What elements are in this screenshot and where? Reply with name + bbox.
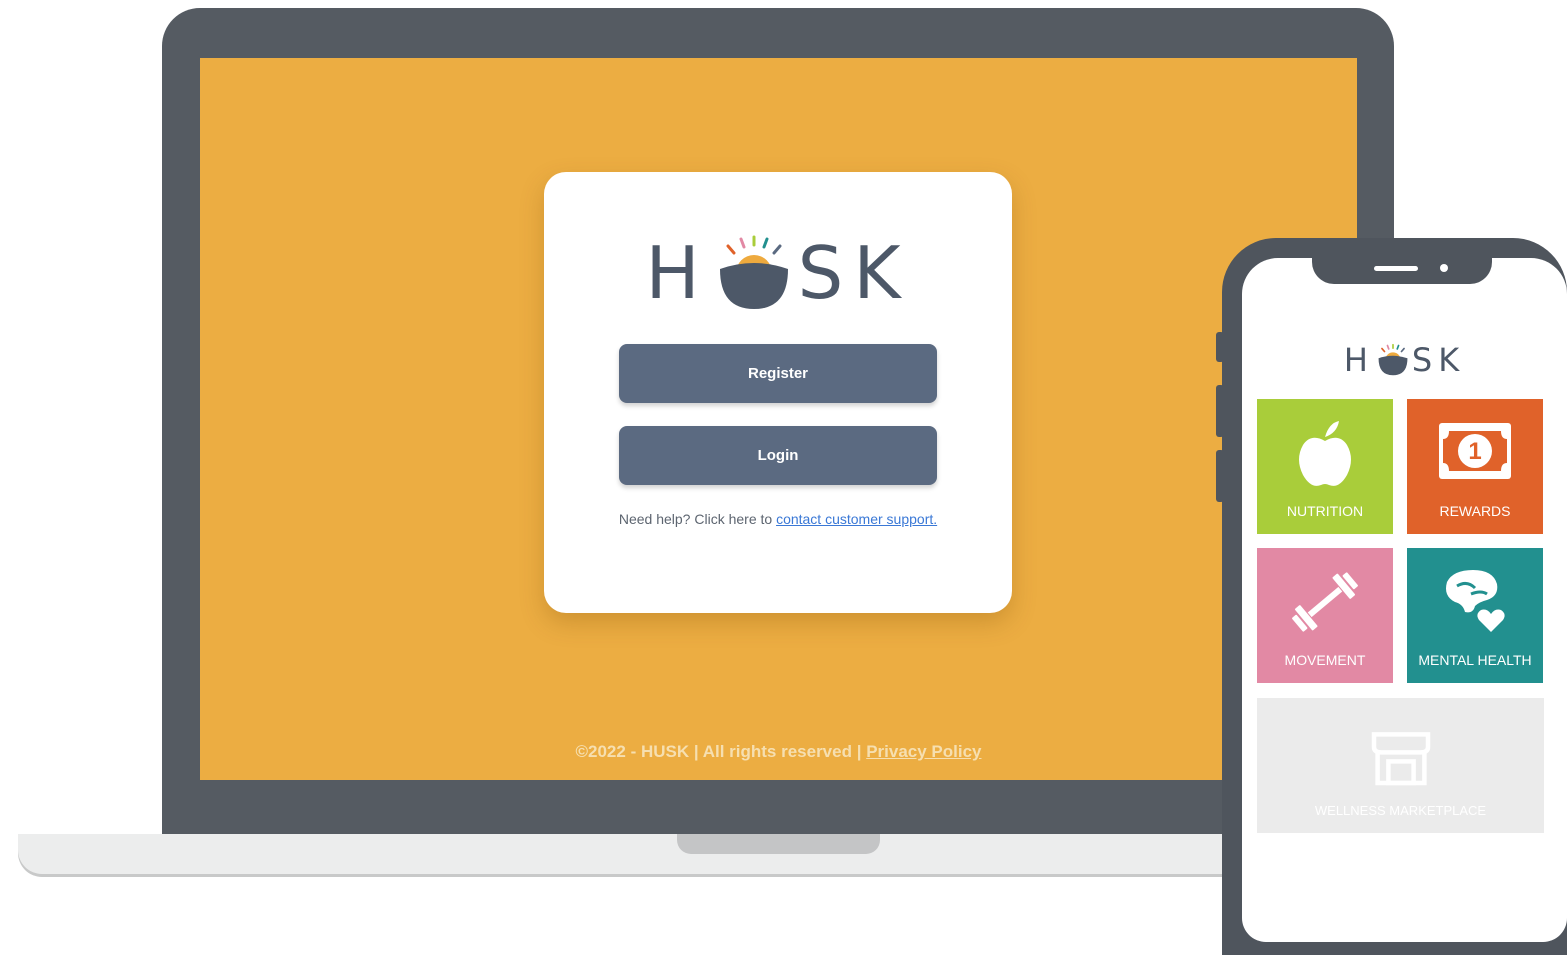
husk-logo: H SK	[544, 228, 1012, 318]
logo-letters-sk: SK	[797, 231, 911, 315]
login-button[interactable]: Login	[619, 426, 937, 485]
tile-label: REWARDS	[1439, 503, 1511, 519]
help-text-prefix: Need help? Click here to	[618, 511, 777, 527]
phone-frame: H SK NUTRITION 1 REWARDS MOVEMENT MENTAL…	[1222, 238, 1567, 955]
logo-bowl-sun-icon	[1378, 343, 1408, 376]
svg-text:1: 1	[1468, 438, 1481, 465]
camera-icon	[1440, 264, 1448, 272]
login-card: H SK Register Login Need help? Click her…	[544, 172, 1012, 613]
tile-label: WELLNESS MARKETPLACE	[1314, 803, 1487, 818]
register-button[interactable]: Register	[619, 344, 937, 403]
logo-letter-h: H	[1343, 341, 1374, 379]
storefront-icon	[1371, 732, 1430, 786]
banknote-icon: 1	[1439, 423, 1511, 479]
tile-rewards[interactable]: 1 REWARDS	[1407, 399, 1543, 534]
speaker-icon	[1374, 266, 1418, 271]
laptop-trackpad-notch	[677, 834, 880, 854]
tile-label: MOVEMENT	[1284, 652, 1366, 668]
copyright-text: ©2022 - HUSK | All rights reserved |	[575, 742, 867, 761]
brain-heart-icon	[1446, 570, 1505, 632]
logo-bowl-sun-icon	[719, 235, 788, 309]
laptop-screen: H SK Register Login Need help? Click her…	[200, 58, 1357, 780]
logo-letter-h: H	[645, 231, 710, 315]
tile-mental-health[interactable]: MENTAL HEALTH	[1407, 548, 1543, 683]
page-footer: ©2022 - HUSK | All rights reserved | Pri…	[200, 742, 1357, 762]
apple-icon	[1299, 421, 1351, 486]
dumbbell-icon	[1292, 572, 1358, 632]
tile-label: MENTAL HEALTH	[1418, 652, 1532, 668]
privacy-policy-link[interactable]: Privacy Policy	[866, 742, 981, 761]
tile-nutrition[interactable]: NUTRITION	[1257, 399, 1393, 534]
phone-husk-logo: H SK	[1242, 338, 1567, 382]
tile-movement[interactable]: MOVEMENT	[1257, 548, 1393, 683]
phone-notch	[1312, 258, 1492, 284]
help-text: Need help? Click here to contact custome…	[604, 508, 952, 530]
contact-support-link[interactable]: contact customer support.	[776, 511, 937, 527]
tile-wellness-marketplace[interactable]: WELLNESS MARKETPLACE	[1257, 698, 1544, 833]
logo-letters-sk: SK	[1411, 341, 1466, 379]
tile-label: NUTRITION	[1286, 503, 1364, 519]
phone-screen: H SK NUTRITION 1 REWARDS MOVEMENT MENTAL…	[1242, 258, 1567, 942]
